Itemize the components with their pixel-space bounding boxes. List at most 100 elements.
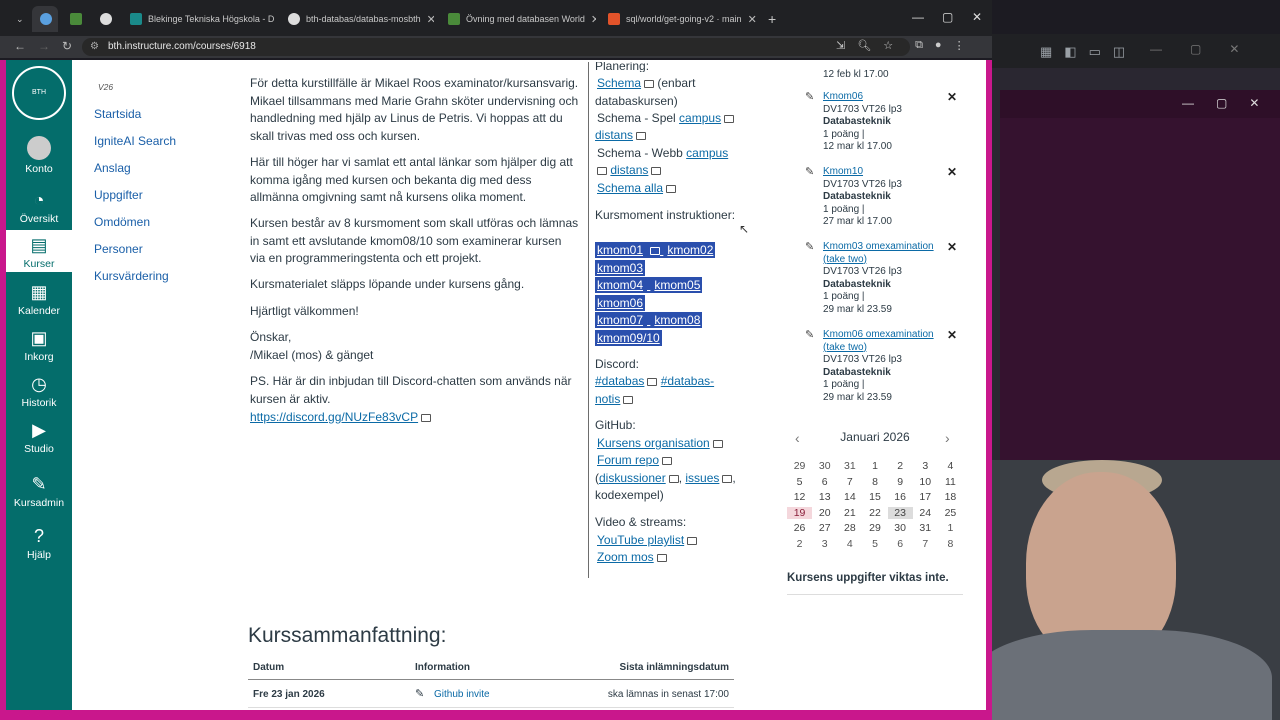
course-nav-startsida[interactable]: Startsida [94, 107, 141, 121]
youtube-playlist-link[interactable]: YouTube playlist [597, 533, 684, 547]
tab-5[interactable]: Övning med databasen World ✕ [440, 6, 596, 32]
issues-link[interactable]: issues [685, 471, 719, 485]
kmom03-link[interactable]: kmom03 [595, 260, 646, 276]
calendar-day[interactable]: 30 [888, 522, 913, 535]
tab-6[interactable]: sql/world/get-going-v2 · main ✕ [600, 6, 756, 32]
calendar-day[interactable]: 3 [812, 538, 837, 551]
nav-kurser[interactable]: ▤ Kurser [6, 230, 72, 272]
dismiss-icon[interactable]: ✕ [947, 166, 957, 179]
tab-list-button[interactable]: ⌄ [8, 6, 28, 32]
calendar-day[interactable]: 19 [787, 506, 813, 519]
kmom05-link[interactable]: kmom05 [652, 277, 703, 293]
discussions-link[interactable]: diskussioner [599, 471, 666, 485]
site-info-icon[interactable]: ⚙ [90, 38, 99, 56]
close-icon[interactable]: ✕ [1229, 42, 1239, 56]
spel-campus-link[interactable]: campus [679, 111, 721, 125]
course-org-link[interactable]: Kursens organisation [597, 436, 710, 450]
calendar-day[interactable]: 29 [787, 460, 812, 473]
schema-alla-link[interactable]: Schema alla [597, 181, 663, 195]
minimize-icon[interactable]: — [1150, 42, 1162, 56]
calendar-day[interactable]: 8 [938, 538, 963, 551]
calendar-day[interactable]: 11 [938, 476, 963, 489]
tab-4[interactable]: bth-databas/databas-mosbth ✕ [280, 6, 434, 32]
dismiss-icon[interactable]: ✕ [947, 91, 957, 104]
row-info-link[interactable]: Github invite [434, 689, 490, 700]
webb-campus-link[interactable]: campus [686, 146, 728, 160]
next-month-icon[interactable]: › [945, 430, 950, 446]
panel-icon[interactable]: ▭ [1089, 44, 1101, 60]
calendar-day[interactable]: 13 [812, 491, 837, 504]
tab-0[interactable] [32, 6, 58, 32]
nav-studio[interactable]: ▶ Studio [6, 420, 72, 460]
tab-1[interactable] [62, 6, 88, 32]
kmom04-link[interactable]: kmom04 [595, 277, 646, 293]
dismiss-icon[interactable]: ✕ [947, 241, 957, 254]
layout-icon[interactable]: ▦ [1040, 44, 1052, 60]
minimize-icon[interactable]: — [912, 10, 924, 24]
close-icon[interactable]: ✕ [972, 10, 982, 24]
calendar-day[interactable]: 25 [938, 507, 963, 520]
extensions-icon[interactable]: ⧉ [915, 39, 923, 52]
calendar-day[interactable]: 6 [888, 538, 913, 551]
calendar-day[interactable]: 10 [913, 476, 938, 489]
nav-historik[interactable]: ◷ Historik [6, 374, 72, 414]
calendar-day[interactable]: 2 [888, 460, 913, 473]
databas-channel-link[interactable]: #databas [595, 374, 644, 388]
address-bar[interactable]: ⚙ bth.instructure.com/courses/6918 [82, 38, 910, 56]
close-icon[interactable]: ✕ [1249, 96, 1259, 110]
databas-notis-link[interactable]: #databas- [661, 374, 714, 388]
todo-title-link[interactable]: Kmom06 omexamination (take two) [805, 329, 940, 354]
calendar-day[interactable]: 8 [862, 476, 887, 489]
maximize-icon[interactable]: ▢ [1190, 42, 1201, 56]
calendar-day[interactable]: 4 [837, 538, 862, 551]
calendar-day[interactable]: 31 [837, 460, 862, 473]
reload-icon[interactable]: ↻ [62, 39, 72, 53]
close-tab-icon[interactable]: ✕ [748, 13, 756, 26]
bth-logo[interactable]: BTH [12, 66, 66, 120]
nav-konto[interactable]: Konto [6, 136, 72, 180]
todo-title-link[interactable]: Kmom03 omexamination (take two) [805, 241, 940, 266]
calendar-day[interactable]: 14 [837, 491, 862, 504]
calendar-day[interactable]: 22 [862, 507, 887, 520]
kmom06-link[interactable]: kmom06 [595, 295, 646, 311]
menu-icon[interactable]: ⋮ [954, 39, 965, 52]
forward-icon[interactable]: → [38, 39, 50, 53]
forum-repo-link[interactable]: Forum repo [597, 453, 659, 467]
nav-kalender[interactable]: ▦ Kalender [6, 282, 72, 322]
discord-invite-link[interactable]: https://discord.gg/NUzFe83vCP [250, 410, 418, 424]
calendar-day[interactable]: 23 [887, 506, 913, 519]
calendar-day[interactable]: 1 [862, 460, 887, 473]
kmom0910-link[interactable]: kmom09/10 [595, 330, 662, 346]
kmom02-link[interactable]: kmom02 [665, 242, 716, 258]
calendar-day[interactable]: 4 [938, 460, 963, 473]
course-nav-uppgifter[interactable]: Uppgifter [94, 188, 143, 202]
calendar-day[interactable]: 1 [938, 522, 963, 535]
calendar-day[interactable]: 6 [812, 476, 837, 489]
course-nav-omdomen[interactable]: Omdömen [94, 215, 150, 229]
calendar-day[interactable]: 7 [837, 476, 862, 489]
nav-oversikt[interactable]: ◔ Översikt [6, 190, 72, 230]
maximize-icon[interactable]: ▢ [1216, 96, 1227, 110]
kmom01-link[interactable]: kmom01 [595, 242, 646, 258]
kmom08-link[interactable]: kmom08 [652, 312, 703, 328]
calendar-day[interactable]: 2 [787, 538, 812, 551]
nav-inkorg[interactable]: ▣ Inkorg [6, 328, 72, 368]
calendar-day[interactable]: 5 [862, 538, 887, 551]
close-tab-icon[interactable]: ✕ [427, 13, 434, 26]
calendar-day[interactable]: 20 [812, 507, 837, 520]
calendar-day[interactable]: 31 [913, 522, 938, 535]
dismiss-icon[interactable]: ✕ [947, 329, 957, 342]
databas-notis-link-cont[interactable]: notis [595, 392, 620, 406]
calendar-day[interactable]: 9 [888, 476, 913, 489]
calendar-day[interactable]: 28 [837, 522, 862, 535]
nav-kursadmin[interactable]: ✎ Kursadmin [6, 474, 72, 516]
schema-link[interactable]: Schema [597, 76, 641, 90]
zoom-link[interactable]: Zoom mos [597, 550, 654, 564]
profile-icon[interactable]: ● [935, 39, 942, 52]
new-tab-button[interactable]: + [760, 6, 780, 32]
tab-2[interactable] [92, 6, 118, 32]
calendar-day[interactable]: 12 [787, 491, 812, 504]
course-nav-igniteai[interactable]: IgniteAI Search [94, 134, 176, 148]
zoom-icon[interactable]: 🔍︎ [857, 39, 871, 52]
course-nav-anslag[interactable]: Anslag [94, 161, 131, 175]
